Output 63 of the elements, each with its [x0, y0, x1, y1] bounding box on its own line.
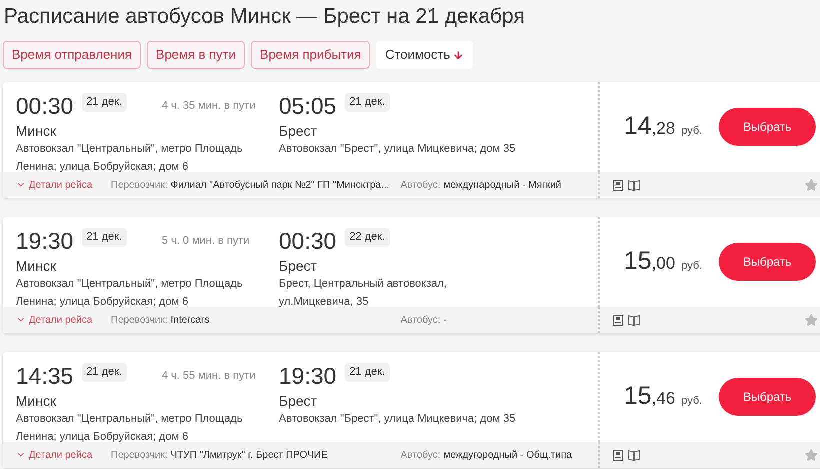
- time: 19:30: [279, 362, 337, 390]
- station-address: Автовокзал "Брест", улица Мицкевича; дом 35: [279, 412, 517, 427]
- station-address: Автовокзал "Центральный", метро Площадь Ленина; улица Бобруйская; дом 6: [16, 412, 244, 445]
- station-address: Автовокзал "Центральный", метро Площадь Ленина; улица Бобруйская; дом 6: [16, 277, 244, 310]
- date-badge: 21 дек.: [82, 93, 128, 112]
- city-name: Минск: [16, 122, 56, 140]
- city-name: Минск: [16, 257, 56, 275]
- travel-duration: 5 ч. 0 мин. в пути: [162, 234, 251, 249]
- document-icon[interactable]: [613, 450, 623, 460]
- city-name: Брест: [279, 257, 318, 275]
- station-address: Брест, Центральный автовокзал, ул.Мицкевича, 35: [279, 277, 448, 310]
- book-icon[interactable]: [628, 180, 640, 190]
- date-badge: 22 дек.: [344, 228, 390, 246]
- bus-type: -: [444, 314, 448, 328]
- select-button[interactable]: Выбрать: [719, 108, 816, 146]
- carrier-label: Перевозчик:: [111, 178, 168, 192]
- travel-duration: 4 ч. 35 мин. в пути: [162, 99, 257, 114]
- sort-button[interactable]: Стоимость: [376, 41, 474, 69]
- carrier-label: Перевозчик:: [111, 314, 168, 328]
- station-address: Автовокзал "Брест", улица Мицкевича; дом 35: [279, 142, 517, 157]
- sort-button[interactable]: Время отправления: [3, 41, 142, 69]
- bus-type: междугородный - Общ.типа: [444, 448, 572, 462]
- star-icon[interactable]: [805, 448, 818, 462]
- trip-details-link[interactable]: Детали рейса: [16, 448, 111, 462]
- bus-type: международный - Мягкий: [444, 178, 562, 192]
- carrier-name: ЧТУП "Лмитрук" г. Брест ПРОЧИЕ: [170, 448, 329, 462]
- sort-arrow-icon: [453, 50, 464, 60]
- trip-details-link[interactable]: Детали рейса: [16, 312, 111, 328]
- date-badge: 21 дек.: [82, 228, 128, 246]
- time: 05:05: [279, 92, 337, 120]
- document-icon[interactable]: [613, 180, 623, 190]
- select-button[interactable]: Выбрать: [719, 378, 816, 416]
- document-icon[interactable]: [613, 314, 623, 326]
- book-icon[interactable]: [628, 450, 640, 460]
- trip-details-link[interactable]: Детали рейса: [16, 178, 111, 192]
- travel-duration: 4 ч. 55 мин. в пути: [162, 369, 257, 384]
- time: 00:30: [279, 227, 337, 255]
- date-badge: 21 дек.: [344, 93, 390, 112]
- price: 14,28 руб.: [624, 111, 704, 142]
- book-icon[interactable]: [628, 314, 640, 326]
- city-name: Минск: [16, 392, 56, 410]
- carrier-name: Филиал "Автобусный парк №2" ГП "Минсктра...: [170, 178, 389, 192]
- station-address: Автовокзал "Центральный", метро Площадь Ленина; улица Бобруйская; дом 6: [16, 142, 244, 175]
- price: 15,00 руб.: [624, 246, 704, 278]
- time: 19:30: [16, 227, 74, 255]
- price: 15,46 руб.: [624, 381, 704, 412]
- page-title: Расписание автобусов Минск — Брест на 21 декабря: [4, 4, 526, 30]
- select-button[interactable]: Выбрать: [719, 243, 816, 281]
- bus-label: Автобус:: [400, 448, 441, 462]
- carrier-label: Перевозчик:: [111, 448, 168, 462]
- bus-label: Автобус:: [400, 314, 441, 328]
- star-icon[interactable]: [805, 314, 818, 326]
- city-name: Брест: [279, 122, 318, 140]
- time: 00:30: [16, 92, 74, 120]
- sort-button[interactable]: Время прибытия: [251, 41, 370, 69]
- city-name: Брест: [279, 392, 318, 410]
- date-badge: 21 дек.: [344, 363, 390, 382]
- carrier-name: Intercars: [170, 314, 211, 328]
- date-badge: 21 дек.: [82, 363, 128, 382]
- bus-label: Автобус:: [400, 178, 441, 192]
- time: 14:35: [16, 362, 74, 390]
- sort-button[interactable]: Время в пути: [147, 41, 246, 69]
- star-icon[interactable]: [805, 178, 818, 192]
